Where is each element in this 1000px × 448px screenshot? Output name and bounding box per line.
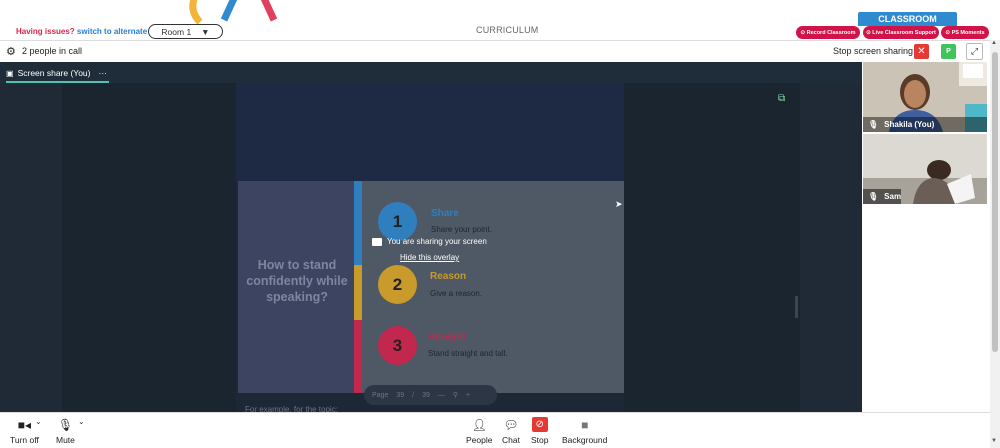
live-support-button[interactable]: ⊙ Live Classroom Support bbox=[863, 26, 939, 39]
video-label: 🎙︎ Shakila (You) bbox=[863, 117, 987, 132]
chat-button[interactable]: 💬︎ Chat bbox=[502, 417, 520, 446]
share-margin-left bbox=[62, 83, 236, 412]
scroll-down-icon[interactable]: ▼ bbox=[991, 438, 997, 444]
zoom-icon[interactable]: ⚲ bbox=[453, 391, 458, 399]
step-circle: 3 bbox=[378, 326, 417, 365]
more-options-icon[interactable]: ··· bbox=[99, 68, 108, 78]
people-count: 2 people in call bbox=[22, 46, 83, 56]
shared-slide: How to stand confidently while speaking?… bbox=[238, 181, 624, 393]
logo-decoration bbox=[189, 0, 278, 24]
video-tile[interactable]: 🎙︎ Sam bbox=[863, 134, 987, 204]
share-strip bbox=[354, 181, 362, 265]
camera-icon: ■◂ bbox=[17, 417, 32, 432]
ps-moments-label: PS Moments bbox=[951, 29, 985, 36]
step-heading: Reason bbox=[430, 271, 467, 282]
room-label: Room 1 bbox=[161, 26, 192, 37]
record-classroom-button[interactable]: ⊙ Record Classroom bbox=[796, 26, 860, 39]
chat-icon: 💬︎ bbox=[503, 417, 519, 432]
live-support-label: Live Classroom Support bbox=[872, 29, 936, 36]
p-badge-button[interactable]: P bbox=[941, 44, 956, 59]
gear-icon[interactable]: ⚙ bbox=[6, 45, 16, 58]
people-label: People bbox=[466, 435, 493, 445]
video-tile[interactable]: 🎙︎ Shakila (You) bbox=[863, 62, 987, 132]
screen-icon: ▣ bbox=[6, 68, 14, 78]
stop-sharing-label: Stop screen sharing bbox=[833, 46, 914, 56]
straight-strip bbox=[354, 320, 362, 393]
hide-overlay-link[interactable]: Hide this overlay bbox=[400, 253, 459, 262]
sharing-overlay-message: You are sharing your screen bbox=[372, 237, 487, 246]
turn-off-label: Turn off bbox=[10, 435, 39, 445]
close-icon: ✕ bbox=[917, 46, 926, 57]
slide-title: How to stand confidently while speaking? bbox=[246, 258, 348, 304]
step-heading: Straight bbox=[428, 332, 466, 343]
stop-share-icon: ⊘ bbox=[531, 417, 548, 432]
microphone-icon: 🎙︎ bbox=[868, 120, 879, 129]
tab-label: Screen share (You) bbox=[17, 68, 91, 78]
share-margin-right bbox=[624, 83, 800, 412]
background-button[interactable]: ■ Background bbox=[562, 417, 608, 446]
room-selector[interactable]: Room 1 ▼ bbox=[148, 24, 223, 39]
microphone-icon: 🎙︎ bbox=[57, 417, 74, 432]
page: Having issues? switch to alternate room … bbox=[0, 0, 1000, 448]
ps-moments-button[interactable]: ⊙ PS Moments bbox=[941, 26, 989, 39]
issues-label: Having issues? bbox=[16, 27, 75, 36]
main-stage: ▣ Screen share (You) ··· ⧉ How to stand … bbox=[0, 62, 862, 412]
page-controls: Page 39 / 39 — ⚲ + bbox=[364, 385, 497, 405]
step-heading: Share bbox=[431, 208, 459, 219]
share-scroll-handle[interactable] bbox=[795, 296, 798, 318]
call-header: ⚙ 2 people in call Stop screen sharing ✕… bbox=[0, 40, 993, 62]
step-description: Stand straight and tall. bbox=[428, 349, 508, 358]
person-icon: 👤︎ bbox=[471, 417, 487, 432]
expand-icon: ⤢ bbox=[970, 46, 979, 56]
scroll-thumb[interactable] bbox=[992, 52, 998, 352]
top-banner: Having issues? switch to alternate room … bbox=[0, 0, 1000, 40]
page-label: Page bbox=[372, 391, 389, 399]
tab-screen-share[interactable]: ▣ Screen share (You) ··· bbox=[6, 65, 109, 83]
participant-name: Shakila (You) bbox=[884, 120, 935, 129]
chevron-down-icon[interactable]: ⌄ bbox=[78, 417, 85, 426]
step-description: Share your point. bbox=[431, 225, 492, 234]
bottom-toolbar: ■◂ Turn off ⌄ 🎙︎ Mute ⌄ 👤︎ People 💬︎ Cha… bbox=[0, 412, 990, 448]
classroom-tab[interactable]: CLASSROOM bbox=[858, 12, 957, 26]
chevron-down-icon[interactable]: ⌄ bbox=[35, 417, 42, 426]
sidebar-empty bbox=[863, 204, 987, 412]
people-button[interactable]: 👤︎ People bbox=[466, 417, 493, 446]
overlay-text: You are sharing your screen bbox=[387, 237, 487, 246]
record-label: Record Classroom bbox=[806, 29, 856, 36]
mute-button[interactable]: 🎙︎ Mute bbox=[56, 417, 75, 446]
stop-sharing-button[interactable]: ✕ bbox=[914, 44, 929, 59]
page-current[interactable]: 39 bbox=[396, 392, 404, 399]
chevron-down-icon: ▼ bbox=[201, 26, 210, 37]
tab-bar: ▣ Screen share (You) ··· bbox=[0, 62, 862, 83]
mouse-cursor-icon: ➤ bbox=[615, 199, 623, 209]
stop-label: Stop bbox=[531, 435, 549, 445]
step-circle: 2 bbox=[378, 265, 417, 304]
zoom-out-icon[interactable]: — bbox=[438, 392, 445, 399]
page-scrollbar[interactable]: ▲ ▼ bbox=[990, 40, 1000, 448]
participant-name: Sam bbox=[884, 192, 902, 201]
background-label: Background bbox=[562, 435, 608, 445]
left-panel bbox=[0, 83, 62, 412]
mute-label: Mute bbox=[56, 435, 75, 445]
microphone-icon: 🎙︎ bbox=[868, 192, 879, 201]
background-icon: ■ bbox=[581, 417, 589, 432]
right-panel bbox=[800, 83, 862, 412]
zoom-in-icon[interactable]: + bbox=[466, 392, 470, 399]
curriculum-tab[interactable]: CURRICULUM bbox=[476, 25, 539, 35]
step-description: Give a reason. bbox=[430, 289, 483, 298]
open-external-icon[interactable]: ⧉ bbox=[778, 93, 785, 104]
reason-strip bbox=[354, 265, 362, 320]
video-label: 🎙︎ Sam bbox=[863, 189, 987, 204]
fullscreen-button[interactable]: ⤢ bbox=[966, 43, 983, 60]
chat-label: Chat bbox=[502, 435, 520, 445]
stop-share-button[interactable]: ⊘ Stop bbox=[531, 417, 549, 445]
scroll-up-icon[interactable]: ▲ bbox=[991, 40, 997, 46]
issues-text: Having issues? switch to alternate room bbox=[16, 27, 169, 36]
share-top-area bbox=[236, 83, 624, 181]
page-separator: / bbox=[412, 391, 415, 399]
screen-share-icon bbox=[372, 237, 382, 246]
page-total: 39 bbox=[422, 391, 430, 399]
step-circle: 1 bbox=[378, 202, 417, 241]
